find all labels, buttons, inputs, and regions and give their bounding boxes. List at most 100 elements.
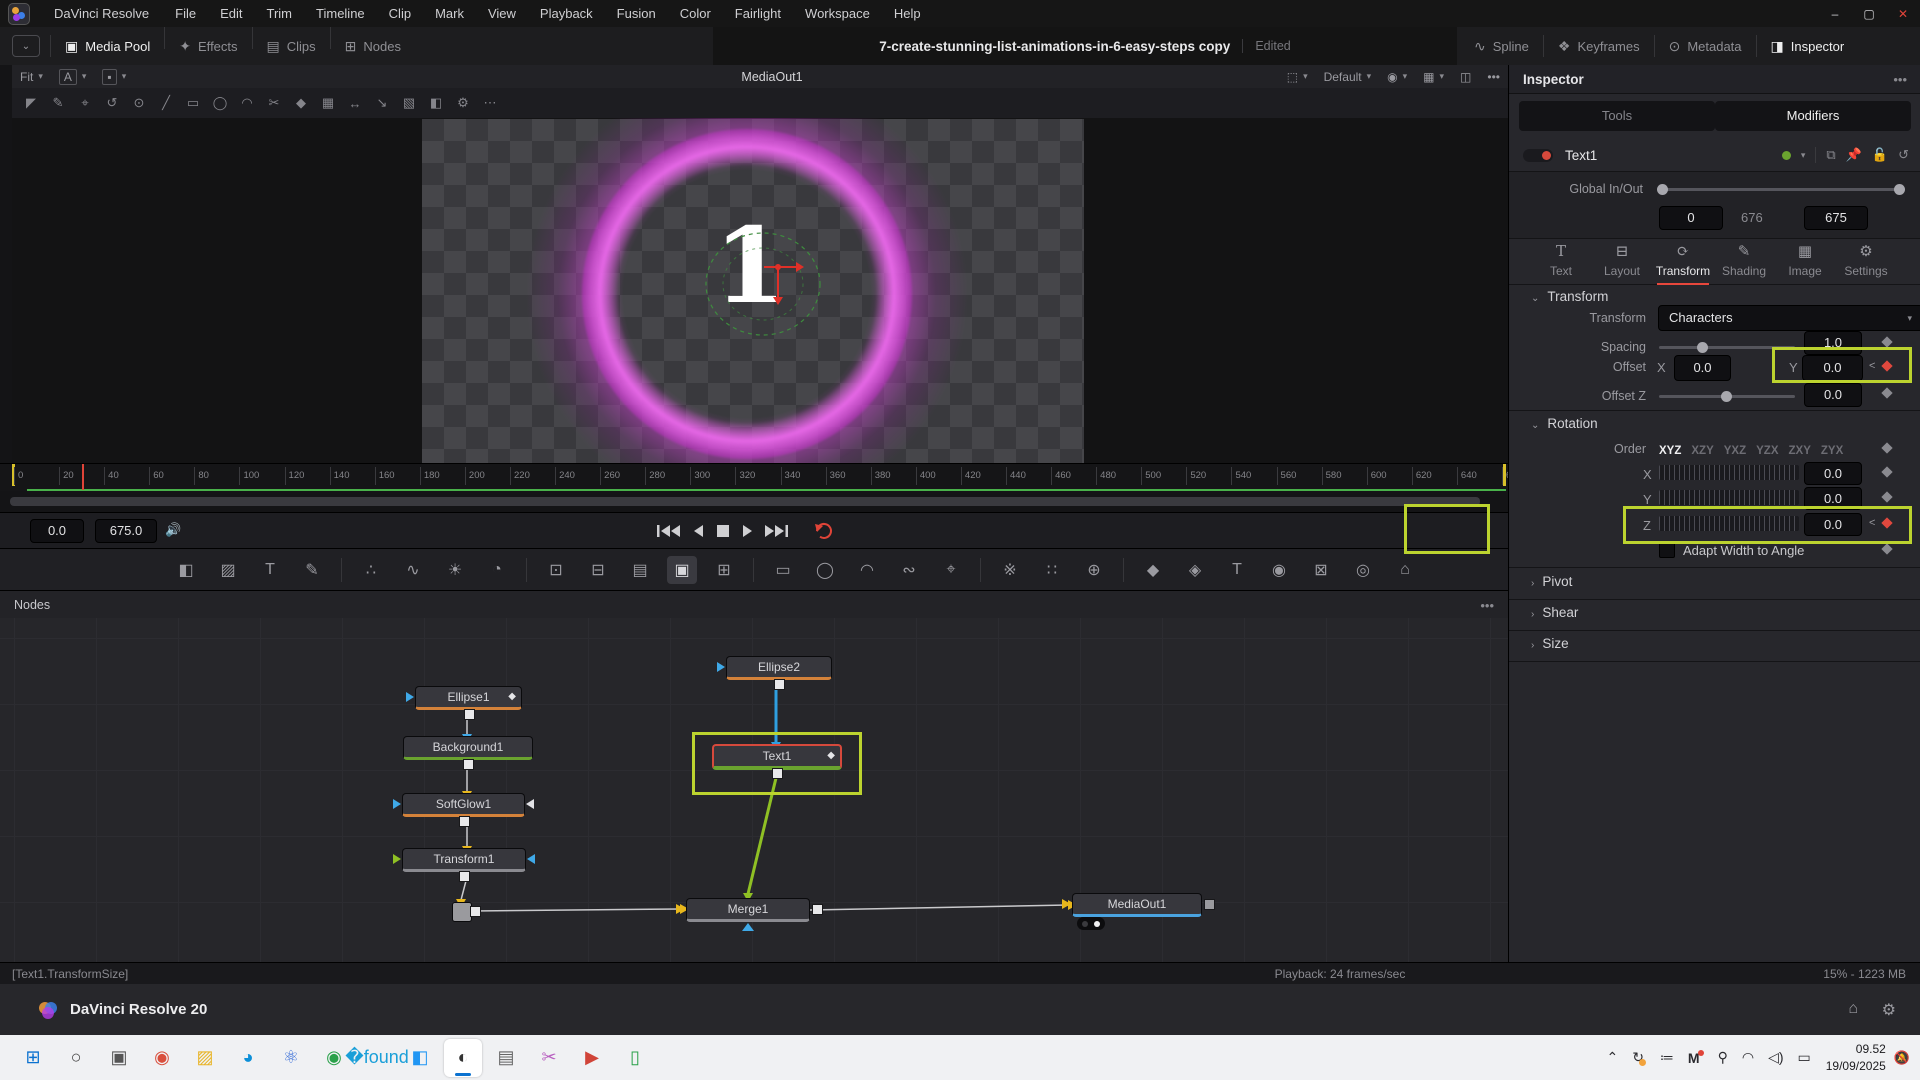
- keyframe-diamond-icon[interactable]: [1881, 442, 1892, 453]
- rotation-order-yzx[interactable]: YZX: [1756, 445, 1778, 457]
- fx-tool-icon-g6-2[interactable]: ◈: [1180, 556, 1210, 584]
- notification-bell-icon[interactable]: 🔕: [1894, 1050, 1910, 1066]
- range-out-field[interactable]: 675.0: [95, 519, 157, 543]
- fx-tool-icon-g5-1[interactable]: ※: [995, 556, 1025, 584]
- audio-mute-icon[interactable]: 🔊: [165, 522, 181, 538]
- taskbar-app-phone-link[interactable]: ▯: [616, 1039, 654, 1077]
- toolbar-button-effects[interactable]: ✦Effects: [165, 27, 251, 65]
- rotation-order-xzy[interactable]: XZY: [1691, 445, 1713, 457]
- toolbar-button-clips[interactable]: ▤Clips: [253, 27, 330, 65]
- fx-tool-icon-g3-5[interactable]: ⊞: [709, 556, 739, 584]
- rotation-order-xyz[interactable]: XYZ: [1659, 445, 1681, 457]
- viewer-tool-icon-16[interactable]: ◧: [427, 95, 445, 111]
- keyframe-diamond-icon[interactable]: [1881, 387, 1892, 398]
- viewer-tool-icon-2[interactable]: ✎: [49, 95, 67, 111]
- viewer-tool-icon-1[interactable]: ◤: [22, 95, 40, 111]
- fx-tool-icon-g4-1[interactable]: ▭: [768, 556, 798, 584]
- taskbar-app-edge[interactable]: ◕: [229, 1039, 267, 1077]
- inspector-tab-text[interactable]: TText: [1531, 237, 1591, 283]
- menu-item-fusion[interactable]: Fusion: [605, 0, 668, 27]
- transport-buttons[interactable]: [655, 521, 885, 541]
- maximize-icon[interactable]: ▢: [1852, 7, 1886, 21]
- taskbar-app-edge-2[interactable]: �found: [358, 1039, 396, 1077]
- home-icon[interactable]: ⌂: [1848, 1000, 1858, 1018]
- rotation-x-dial[interactable]: [1659, 465, 1799, 480]
- viewer-layer-select[interactable]: ▪▾: [94, 69, 134, 85]
- menu-item-fairlight[interactable]: Fairlight: [723, 0, 793, 27]
- viewer-tool-icon-14[interactable]: ↘: [373, 95, 391, 111]
- fx-tool-icon-g2-1[interactable]: ∴: [356, 556, 386, 584]
- pin-icon[interactable]: 📌: [1846, 147, 1862, 163]
- taskbar-app-app-molecule[interactable]: ⚛: [272, 1039, 310, 1077]
- node-softglow1[interactable]: SoftGlow1: [402, 793, 525, 817]
- pivot-section-header[interactable]: ›Pivot: [1531, 574, 1572, 589]
- toolbar-button-keyframes[interactable]: ❖Keyframes: [1544, 27, 1654, 65]
- fx-tool-icon-g5-2[interactable]: ∷: [1037, 556, 1067, 584]
- size-section-header[interactable]: ›Size: [1531, 636, 1569, 651]
- viewer-tool-icon-11[interactable]: ◆: [292, 95, 310, 111]
- viewer-tool-icon-6[interactable]: ╱: [157, 95, 175, 111]
- tray-battery-icon[interactable]: ▭: [1798, 1049, 1811, 1066]
- reset-icon[interactable]: ↺: [1898, 147, 1909, 163]
- tray-m-badge-icon[interactable]: M: [1688, 1050, 1704, 1066]
- rotation-x-field[interactable]: 0.0: [1804, 462, 1862, 485]
- keyframe-diamond-icon[interactable]: [1881, 491, 1892, 502]
- inspector-tab-settings[interactable]: ⚙Settings: [1836, 237, 1896, 283]
- menu-item-mark[interactable]: Mark: [423, 0, 476, 27]
- fx-tool-icon-g6-7[interactable]: ⌂: [1390, 556, 1420, 584]
- offset-z-field[interactable]: 0.0: [1804, 383, 1862, 407]
- node-input-triangle[interactable]: [393, 799, 401, 809]
- menu-item-view[interactable]: View: [476, 0, 528, 27]
- keyframe-diamond-icon[interactable]: [1881, 336, 1892, 347]
- node-output-connector[interactable]: [464, 709, 475, 720]
- fx-tool-icon-g3-2[interactable]: ⊟: [583, 556, 613, 584]
- tray-sync-icon[interactable]: ↻: [1632, 1049, 1646, 1066]
- viewer-tool-icon-9[interactable]: ◠: [238, 95, 256, 111]
- tray-wifi-icon[interactable]: ◠: [1742, 1049, 1754, 1066]
- versions-icon[interactable]: ⧉: [1826, 147, 1835, 163]
- fx-tool-icon-g6-3[interactable]: T: [1222, 556, 1252, 584]
- fx-tool-icon-g3-1[interactable]: ⊡: [541, 556, 571, 584]
- node-ellipse2[interactable]: Ellipse2: [726, 656, 832, 680]
- menu-item-playback[interactable]: Playback: [528, 0, 605, 27]
- inspector-options-icon[interactable]: •••: [1893, 72, 1907, 87]
- nodes-panel-options-icon[interactable]: •••: [1480, 598, 1494, 613]
- viewer-tool-icon-3[interactable]: ⌖: [76, 95, 94, 111]
- settings-gear-icon[interactable]: ⚙: [1882, 1000, 1896, 1020]
- transform-section-header[interactable]: ⌄Transform: [1531, 289, 1608, 304]
- dual-viewer-icon[interactable]: ◫: [1452, 70, 1479, 84]
- minimize-icon[interactable]: –: [1818, 7, 1852, 21]
- app-icon[interactable]: [8, 3, 30, 25]
- fx-tool-icon-g4-2[interactable]: ◯: [810, 556, 840, 584]
- node-input-arrow[interactable]: [676, 904, 685, 914]
- toolbar-button-spline[interactable]: ∿Spline: [1460, 27, 1543, 65]
- chevron-down-icon[interactable]: ▾: [1801, 150, 1806, 161]
- viewer-tool-icon-8[interactable]: ◯: [211, 95, 229, 111]
- viewer-tool-icon-13[interactable]: ↔: [346, 96, 364, 111]
- taskbar-clock[interactable]: 09.52 19/09/2025: [1826, 1041, 1886, 1073]
- taskbar-app-snip[interactable]: ✂: [530, 1039, 568, 1077]
- toolbar-button-metadata[interactable]: ⊙Metadata: [1655, 27, 1756, 65]
- keyframe-diamond-icon[interactable]: [1881, 543, 1892, 554]
- fx-tool-icon-g1-2[interactable]: ▨: [213, 556, 243, 584]
- menu-item-workspace[interactable]: Workspace: [793, 0, 882, 27]
- node-input-triangle[interactable]: [526, 799, 534, 809]
- fx-tool-icon-g2-4[interactable]: ◔: [482, 556, 512, 584]
- menu-item-trim[interactable]: Trim: [255, 0, 305, 27]
- node-ellipse1[interactable]: Ellipse1◆: [415, 686, 522, 710]
- fx-tool-icon-g6-6[interactable]: ◎: [1348, 556, 1378, 584]
- taskbar-app-media-player[interactable]: ▶: [573, 1039, 611, 1077]
- slider-handle[interactable]: [1894, 184, 1905, 195]
- fx-tool-icon-g2-2[interactable]: ∿: [398, 556, 428, 584]
- offset-x-field[interactable]: 0.0: [1674, 355, 1731, 381]
- menu-item-timeline[interactable]: Timeline: [304, 0, 377, 27]
- fx-tool-icon-g4-3[interactable]: ◠: [852, 556, 882, 584]
- rotation-section-header[interactable]: ⌄Rotation: [1531, 416, 1598, 431]
- fx-tool-icon-g3-4[interactable]: ▣: [667, 556, 697, 584]
- node-output-connector[interactable]: [774, 679, 785, 690]
- node-input-triangle[interactable]: [717, 662, 725, 672]
- viewer-lut-icon[interactable]: ◉▾: [1379, 70, 1415, 84]
- keyframe-diamond-icon[interactable]: [1881, 466, 1892, 477]
- node-output-connector[interactable]: [812, 904, 823, 915]
- offset-z-slider[interactable]: [1659, 395, 1795, 398]
